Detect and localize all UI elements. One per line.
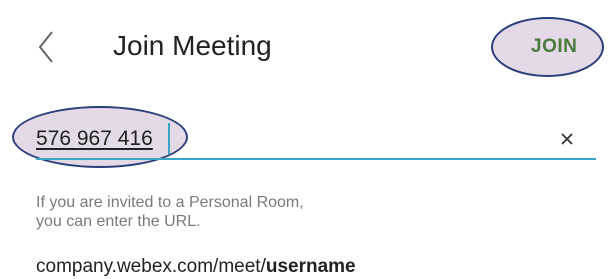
url-example-username: username <box>265 256 356 277</box>
helper-text: If you are invited to a Personal Room, y… <box>36 193 304 231</box>
back-button[interactable] <box>28 22 62 72</box>
helper-text-line-2: you can enter the URL. <box>36 213 201 230</box>
page-title: Join Meeting <box>113 30 272 61</box>
url-example: company.webex.com/meet/username <box>36 256 356 278</box>
join-button[interactable]: JOIN <box>531 36 577 58</box>
text-cursor <box>168 123 170 154</box>
clear-input-button[interactable] <box>559 131 575 147</box>
join-meeting-screen: Join Meeting JOIN 576 967 416 If you are… <box>0 0 609 279</box>
chevron-left-icon <box>38 31 53 63</box>
helper-text-line-1: If you are invited to a Personal Room, <box>36 194 304 211</box>
url-example-prefix: company.webex.com/meet/ <box>36 256 266 277</box>
input-underline <box>36 158 596 160</box>
close-icon <box>561 133 573 145</box>
meeting-number-input[interactable]: 576 967 416 <box>36 126 153 152</box>
